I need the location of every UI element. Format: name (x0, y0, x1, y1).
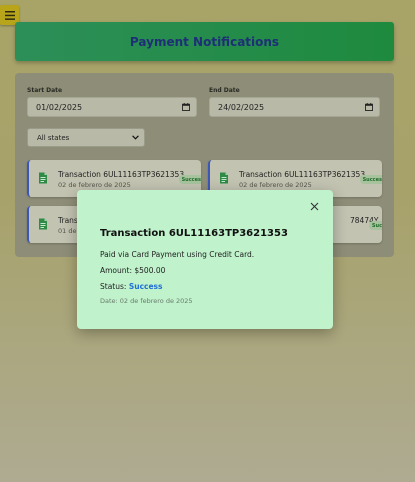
chevron-down-icon (132, 135, 139, 140)
status-badge: Succ (368, 221, 382, 230)
close-icon[interactable] (310, 202, 319, 211)
modal-date: Date: 02 de febrero de 2025 (100, 297, 193, 305)
state-select-value: All states (37, 133, 70, 142)
document-icon (220, 172, 228, 184)
page-title: Payment Notifications (129, 34, 280, 49)
end-date-label: End Date (209, 87, 240, 94)
transaction-date: 02 de febrero de 2025 (58, 181, 131, 189)
hamburger-icon (4, 10, 15, 20)
transaction-title: Transaction 6UL11163TP3621353 (58, 170, 185, 179)
start-date-value: 01/02/2025 (36, 102, 83, 112)
modal-status-value: Success (128, 282, 163, 291)
modal-title: Transaction 6UL11163TP3621353 (100, 228, 288, 239)
transaction-detail-modal: Transaction 6UL11163TP3621353 Paid via C… (77, 190, 333, 329)
modal-description: Paid via Card Payment using Credit Card. (100, 250, 255, 259)
end-date-input[interactable]: 24/02/2025 (209, 97, 380, 117)
transaction-title: Trans (58, 216, 78, 225)
document-icon (39, 218, 47, 230)
start-date-label: Start Date (27, 87, 63, 94)
modal-amount: Amount: $500.00 (100, 266, 166, 275)
status-badge: Success (178, 175, 201, 184)
transaction-date: 02 de febrero de 2025 (239, 181, 312, 189)
modal-status-label: Status: (100, 282, 127, 291)
modal-status: Status: Success (100, 282, 162, 291)
status-badge: Success (359, 175, 382, 184)
calendar-icon[interactable] (365, 103, 373, 111)
calendar-icon[interactable] (182, 103, 190, 111)
end-date-value: 24/02/2025 (218, 102, 265, 112)
transaction-date: 01 de (58, 227, 77, 235)
start-date-input[interactable]: 01/02/2025 (27, 97, 197, 117)
document-icon (39, 172, 47, 184)
transaction-title: Transaction 6UL11163TP3621353 (239, 170, 366, 179)
state-select[interactable]: All states (27, 128, 145, 147)
page-header: Payment Notifications (15, 22, 394, 61)
